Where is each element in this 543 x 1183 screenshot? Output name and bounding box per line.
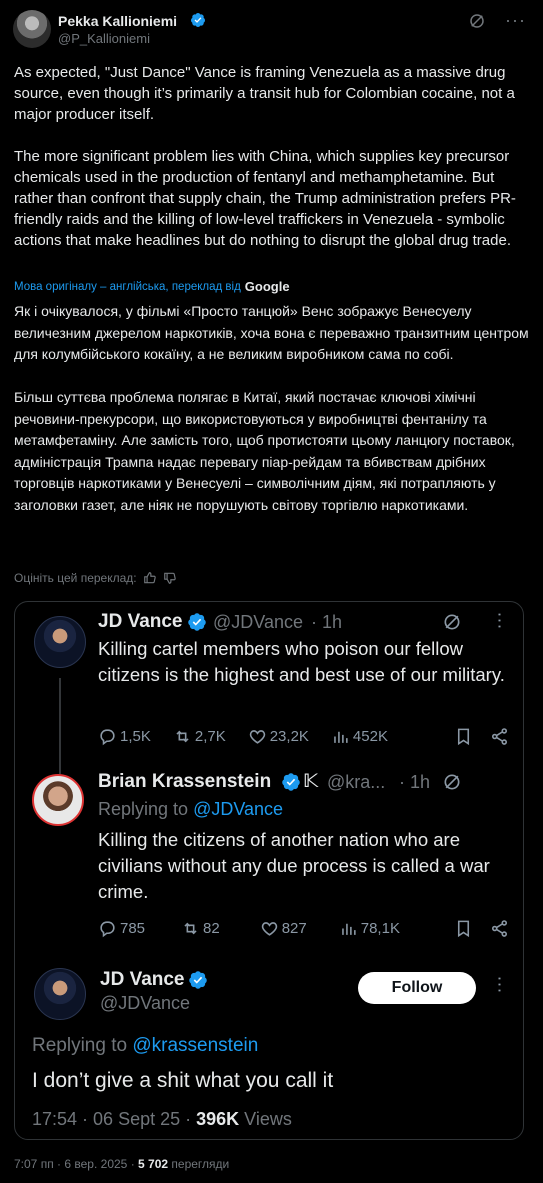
views-label: перегляди bbox=[171, 1157, 230, 1171]
translated-by-label: Мова оригіналу – англійська, переклад ві… bbox=[14, 280, 241, 293]
post2-text: Killing the citizens of another nation w… bbox=[98, 829, 490, 902]
post1-name: JD Vance bbox=[98, 611, 183, 632]
author-avatar[interactable] bbox=[13, 10, 51, 48]
translation-source[interactable]: Мова оригіналу – англійська, переклад ві… bbox=[14, 279, 290, 294]
post2-age: · 1h bbox=[399, 772, 431, 792]
post1-actions: 1,5K 2,7K 23,2K 452K bbox=[98, 725, 508, 747]
meta-separator: · bbox=[57, 1157, 62, 1171]
more-icon: ··· bbox=[490, 975, 511, 994]
like-count: 23,2K bbox=[269, 727, 309, 745]
views-count: 5 702 bbox=[138, 1157, 169, 1171]
replying-to-mention: @krassenstein bbox=[132, 1035, 259, 1056]
thread-line bbox=[59, 678, 61, 774]
meta-separator: · bbox=[130, 1157, 135, 1171]
post3-handle: @JDVance bbox=[100, 993, 190, 1013]
jd-vance-avatar bbox=[34, 968, 86, 1020]
grok-icon bbox=[444, 774, 460, 790]
reply-count: 1,5K bbox=[120, 727, 151, 745]
like-stat: 23,2K bbox=[248, 727, 309, 746]
repost-stat: 2,7K bbox=[173, 727, 226, 746]
reply-stat: 785 bbox=[98, 919, 145, 938]
jd-vance-avatar bbox=[34, 616, 86, 668]
views-icon bbox=[334, 731, 348, 743]
share-icon bbox=[491, 727, 508, 745]
verified-icon bbox=[282, 773, 300, 791]
bookmark-icon bbox=[457, 920, 470, 937]
replying-to-label: Replying to bbox=[32, 1035, 128, 1056]
repost-count: 2,7K bbox=[194, 727, 226, 745]
post3-name: JD Vance bbox=[100, 969, 185, 990]
reply-stat: 1,5K bbox=[98, 727, 151, 746]
post3-replying-to: Replying to @krassenstein bbox=[32, 1035, 258, 1057]
verified-icon bbox=[190, 13, 205, 27]
reply-icon bbox=[100, 920, 115, 937]
post3-views-label: Views bbox=[244, 1109, 292, 1129]
follow-button: Follow bbox=[358, 972, 476, 1004]
post2-actions: 785 82 827 78,1K bbox=[98, 917, 508, 939]
tweet-meta: 7:07 пп · 6 вер. 2025 · 5 702 перегляди bbox=[14, 1157, 229, 1171]
tweet-date[interactable]: 6 вер. 2025 bbox=[64, 1157, 127, 1171]
tweet-header: Pekka Kallioniemi @P_Kallioniemi ··· bbox=[13, 10, 530, 50]
brian-krassenstein-avatar bbox=[32, 774, 84, 826]
post3-text: I don’t give a shit what you call it bbox=[32, 1069, 334, 1092]
thumbs-down-icon[interactable] bbox=[163, 571, 177, 585]
reply-icon bbox=[100, 728, 115, 745]
repost-icon bbox=[184, 922, 197, 934]
translator-name: Google bbox=[244, 279, 290, 294]
post2-name: Brian Krassenstein bbox=[98, 771, 272, 792]
post3-meta: 17:54 · 06 Sept 25 · 396K Views bbox=[32, 1109, 292, 1130]
grok-icon[interactable] bbox=[468, 12, 486, 30]
author-name[interactable]: Pekka Kallioniemi bbox=[58, 13, 177, 29]
post1-text: Killing cartel members who poison our fe… bbox=[98, 638, 505, 685]
author-handle[interactable]: @P_Kallioniemi bbox=[58, 31, 150, 46]
repost-stat: 82 bbox=[181, 919, 220, 938]
bookmark-icon bbox=[457, 728, 470, 745]
grok-icon bbox=[444, 614, 460, 630]
repost-count: 82 bbox=[203, 919, 220, 937]
replying-to-mention: @JDVance bbox=[193, 799, 284, 819]
more-icon: ··· bbox=[490, 611, 511, 630]
rate-translation: Оцініть цей переклад: bbox=[14, 571, 177, 585]
post1-handle: @JDVance bbox=[213, 612, 303, 632]
quoted-image[interactable]: JD Vance @JDVance · 1h ··· Killing carte… bbox=[14, 601, 524, 1140]
tweet-text: As expected, "Just Dance" Vance is frami… bbox=[14, 64, 516, 249]
post3-views-count: 396K bbox=[196, 1109, 240, 1129]
views-count: 78,1K bbox=[360, 919, 400, 937]
translated-text: Як і очікувалося, у фільмі «Просто танцю… bbox=[14, 303, 529, 513]
more-icon[interactable]: ··· bbox=[505, 10, 526, 31]
like-count: 827 bbox=[281, 919, 307, 937]
thumbs-up-icon[interactable] bbox=[143, 571, 157, 585]
post2-replying-to: Replying to @JDVance bbox=[98, 799, 283, 820]
reply-count: 785 bbox=[120, 919, 146, 937]
rate-label: Оцініть цей переклад: bbox=[14, 571, 137, 585]
post3-time: 17:54 · 06 Sept 25 · bbox=[32, 1109, 192, 1129]
like-stat: 827 bbox=[260, 919, 307, 938]
views-stat: 78,1K bbox=[339, 919, 400, 938]
like-icon bbox=[249, 729, 265, 744]
views-stat: 452K bbox=[331, 727, 388, 746]
share-icon bbox=[491, 919, 508, 937]
verified-icon bbox=[189, 971, 207, 989]
verified-icon bbox=[188, 613, 206, 631]
replying-to-label: Replying to bbox=[98, 799, 189, 819]
tweet-time[interactable]: 7:07 пп bbox=[14, 1157, 54, 1171]
views-icon bbox=[341, 923, 356, 935]
post1-age: · 1h bbox=[311, 612, 343, 632]
repost-icon bbox=[176, 730, 189, 742]
k-badge-icon: 𝕂 bbox=[303, 771, 319, 792]
views-count: 452K bbox=[352, 727, 388, 745]
post2-handle: @kra... bbox=[327, 772, 386, 792]
like-icon bbox=[261, 921, 277, 936]
